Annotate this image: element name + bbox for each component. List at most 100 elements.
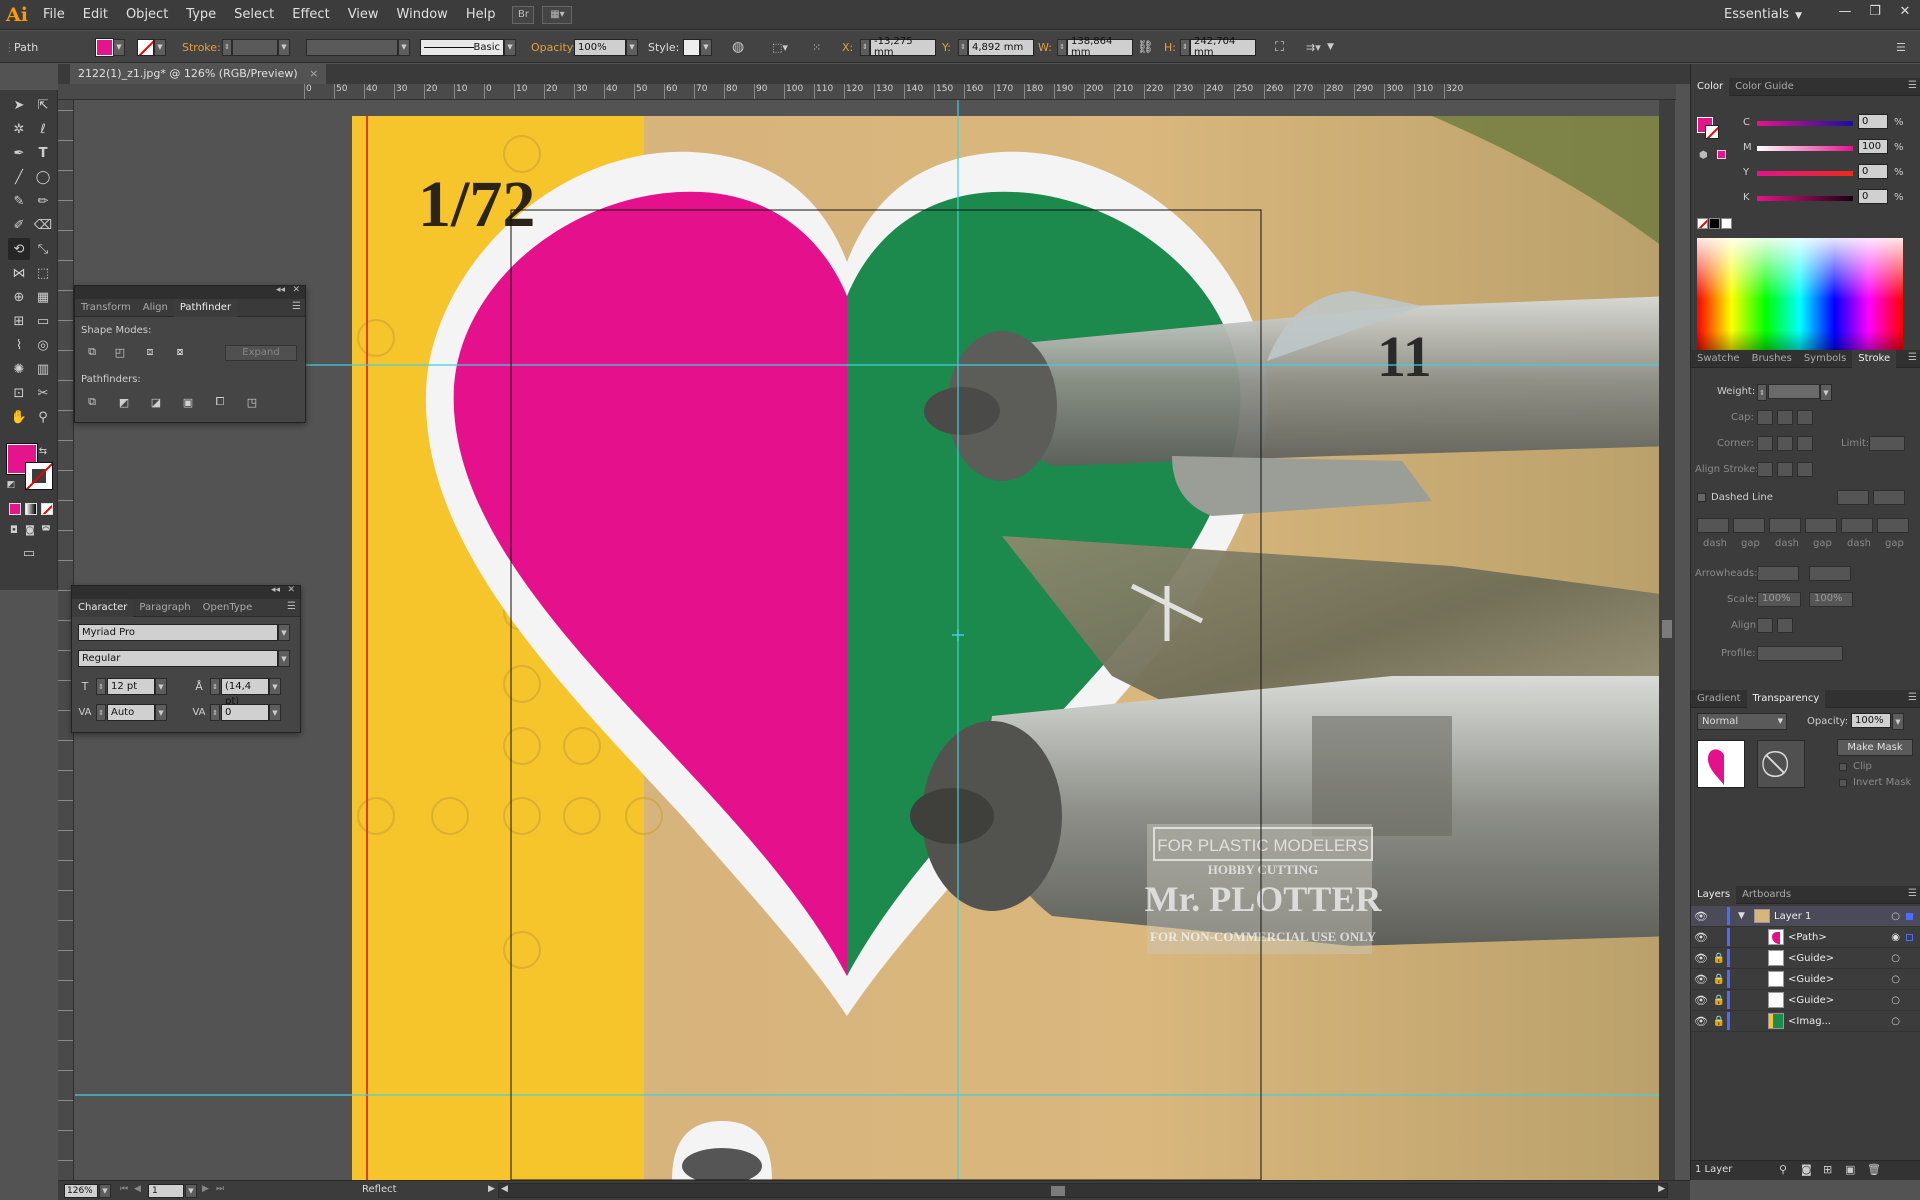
gradient-mode-button[interactable] <box>25 503 37 515</box>
blob-brush-tool-icon[interactable]: ✐ <box>8 214 30 236</box>
tab-transparency[interactable]: Transparency <box>1746 689 1826 708</box>
kerning-field[interactable]: Auto <box>107 704 155 721</box>
slice-tool-icon[interactable]: ✂ <box>32 382 54 404</box>
outline-icon[interactable]: ⧠ <box>211 394 229 410</box>
color-stroke-swatch[interactable] <box>1705 125 1719 139</box>
swap-fill-stroke-icon[interactable]: ⇆ <box>36 444 50 458</box>
target-icon[interactable]: ○ <box>1891 953 1900 964</box>
scroll-right-icon[interactable]: ▶ <box>1658 1184 1665 1194</box>
pencil-tool-icon[interactable]: ✏ <box>32 190 54 212</box>
dash-field-1[interactable] <box>1697 518 1729 533</box>
target-icon[interactable]: ○ <box>1891 911 1900 922</box>
color-mode-button[interactable] <box>9 503 21 515</box>
target-icon[interactable]: ◉ <box>1891 932 1900 943</box>
intersect-icon[interactable]: ⧈ <box>141 344 159 360</box>
tab-color[interactable]: Color <box>1691 77 1730 96</box>
chevron-down-icon[interactable]: ▼ <box>113 38 125 56</box>
reflect-tool-icon[interactable]: ⟲ <box>8 238 30 260</box>
arrowhead-start-field[interactable] <box>1757 566 1799 581</box>
layer-name[interactable]: <Imag... <box>1788 1016 1891 1027</box>
delete-layer-icon[interactable]: 🗑 <box>1867 1163 1881 1176</box>
weight-field[interactable] <box>1768 384 1820 399</box>
expand-button[interactable]: Expand <box>225 345 297 361</box>
projecting-cap-button[interactable] <box>1797 410 1813 425</box>
tab-swatches[interactable]: Swatche <box>1691 350 1746 368</box>
create-layer-icon[interactable]: ▣ <box>1845 1163 1855 1176</box>
channel-y-field[interactable]: 0 <box>1858 164 1888 179</box>
tab-pathfinder[interactable]: Pathfinder <box>173 298 238 317</box>
tab-character[interactable]: Character <box>72 598 134 617</box>
chevron-down-icon[interactable]: ▼ <box>185 1184 197 1198</box>
chevron-down-icon[interactable]: ▼ <box>278 624 290 641</box>
chevron-down-icon[interactable]: ▼ <box>1327 38 1334 56</box>
mask-thumbnail[interactable]: ⃠ <box>1757 740 1805 788</box>
eye-icon[interactable]: 👁 <box>1691 1015 1711 1028</box>
close-window-button[interactable]: ✕ <box>1890 0 1920 22</box>
draw-inside-icon[interactable]: ◚ <box>38 522 54 538</box>
arrow-scale-end-field[interactable]: 100% <box>1809 592 1853 607</box>
panel-menu-icon[interactable]: ☰ <box>1908 692 1917 703</box>
next-artboard-icon[interactable]: ▶ <box>202 1184 209 1194</box>
chevron-down-icon[interactable]: ▼ <box>155 678 167 695</box>
draw-behind-icon[interactable]: ◙ <box>22 522 38 538</box>
eyedropper-tool-icon[interactable]: ⌇ <box>8 334 30 356</box>
channel-m-field[interactable]: 100 <box>1858 139 1888 154</box>
paintbrush-tool-icon[interactable]: ✎ <box>8 190 30 212</box>
chevron-down-icon[interactable]: ▼ <box>626 38 638 56</box>
lock-icon[interactable]: 🔒 <box>1711 995 1727 1006</box>
menu-help[interactable]: Help <box>457 0 505 30</box>
weight-spinner[interactable]: ⇕ <box>1757 384 1767 401</box>
create-sublayer-icon[interactable]: ⊞ <box>1823 1163 1832 1176</box>
close-panel-icon[interactable]: ✕ <box>292 285 300 295</box>
layer-name[interactable]: <Path> <box>1788 932 1891 943</box>
channel-k-slider[interactable] <box>1757 196 1853 201</box>
isolate-icon[interactable]: ⇉▾ <box>1306 38 1321 56</box>
selection-tool-icon[interactable]: ➤ <box>8 94 30 116</box>
miter-join-button[interactable] <box>1757 436 1773 451</box>
make-clipping-mask-icon[interactable]: ◙ <box>1801 1163 1812 1176</box>
menu-edit[interactable]: Edit <box>74 0 117 30</box>
chevron-down-icon[interactable]: ▼ <box>269 678 281 695</box>
tab-symbols[interactable]: Symbols <box>1798 350 1852 368</box>
hand-tool-icon[interactable]: ✋ <box>8 406 30 428</box>
panel-menu-icon[interactable]: ☰ <box>287 601 296 612</box>
tab-color-guide[interactable]: Color Guide <box>1729 78 1800 96</box>
lock-icon[interactable]: 🔒 <box>1711 974 1727 985</box>
menu-object[interactable]: Object <box>117 0 177 30</box>
tab-align[interactable]: Align <box>137 299 174 317</box>
clip-checkbox[interactable] <box>1839 763 1847 771</box>
align-to-icon[interactable]: ⬚▾ <box>772 38 788 56</box>
y-field[interactable]: 4,892 mm <box>968 38 1034 56</box>
layer-name[interactable]: <Guide> <box>1788 953 1891 964</box>
minus-front-icon[interactable]: ◰ <box>111 344 129 360</box>
canvas[interactable]: 11 1/72 FOR PLASTIC MODELERS HOBBY CUTTI… <box>75 100 1675 1180</box>
dashed-line-checkbox[interactable] <box>1697 493 1706 502</box>
dash-field-2[interactable] <box>1769 518 1801 533</box>
blend-tool-icon[interactable]: ◎ <box>32 334 54 356</box>
line-tool-icon[interactable]: ╱ <box>8 166 30 188</box>
document-tab[interactable]: 2122(1)_z1.jpg* @ 126% (RGB/Preview) × <box>70 64 327 84</box>
status-menu-arrow-icon[interactable]: ▶ <box>488 1184 495 1194</box>
chevron-down-icon[interactable]: ▼ <box>1892 713 1904 730</box>
brush-definition-field[interactable]: Basic <box>420 38 504 56</box>
layer-row[interactable]: 👁 🔒 <Guide> ○ <box>1691 969 1920 990</box>
divide-icon[interactable]: ⧉ <box>83 394 101 410</box>
y-spinner[interactable]: ⇕ <box>958 38 968 56</box>
white-swatch[interactable] <box>1721 218 1732 229</box>
out-of-gamut-icon[interactable]: ⬢ <box>1699 150 1708 161</box>
menu-view[interactable]: View <box>339 0 388 30</box>
target-icon[interactable]: ○ <box>1891 974 1900 985</box>
dash-field-3[interactable] <box>1841 518 1873 533</box>
tracking-field[interactable]: 0 <box>221 704 269 721</box>
layer-row[interactable]: 👁 ▼ Layer 1 ○ <box>1691 906 1920 927</box>
align-inside-button[interactable] <box>1777 462 1793 477</box>
stroke-weight-field[interactable] <box>232 38 278 56</box>
last-artboard-icon[interactable]: ⏭ <box>216 1184 224 1194</box>
layer-row[interactable]: 👁 🔒 <Imag... ○ <box>1691 1011 1920 1032</box>
pen-tool-icon[interactable]: ✒ <box>8 142 30 164</box>
layer-row[interactable]: 👁 🔒 <Guide> ○ <box>1691 948 1920 969</box>
lock-icon[interactable]: 🔒 <box>1711 1016 1727 1027</box>
target-icon[interactable]: ○ <box>1891 995 1900 1006</box>
round-cap-button[interactable] <box>1777 410 1793 425</box>
close-tab-icon[interactable]: × <box>309 67 318 80</box>
